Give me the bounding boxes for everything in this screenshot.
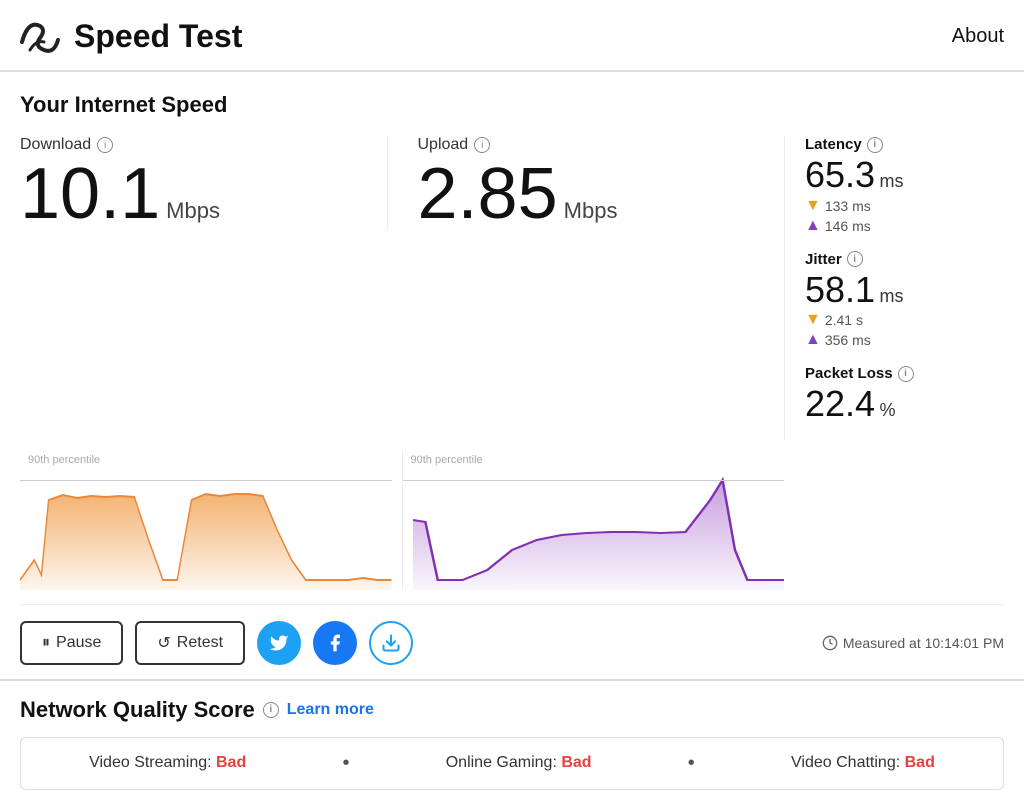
packet-loss-item: Packet Loss i 22.4 %	[805, 365, 1004, 424]
upload-info-icon[interactable]: i	[474, 137, 490, 153]
nq-video-chatting: Video Chatting: Bad	[791, 754, 935, 772]
measured-at: Measured at 10:14:01 PM	[822, 635, 1004, 651]
logo-icon	[16, 12, 64, 60]
speed-row: Download i 10.1 Mbps Upload i 2.85 Mbps	[20, 136, 1004, 440]
nq-dot-1: •	[342, 752, 349, 775]
download-chart: 90th percentile	[20, 450, 392, 590]
jitter-unit: ms	[880, 286, 904, 306]
latency-info-icon[interactable]: i	[867, 137, 883, 153]
jitter-up-arrow: ▲	[805, 331, 821, 349]
download-chart-label: 90th percentile	[28, 454, 100, 466]
latency-up-arrow: ▲	[805, 217, 821, 235]
nq-video-streaming: Video Streaming: Bad	[89, 754, 246, 772]
chart-spacer	[784, 450, 1004, 590]
button-group: ⏸ Pause ↺ Retest	[20, 621, 413, 665]
main-content: Your Internet Speed Download i 10.1 Mbps…	[0, 72, 1024, 679]
download-unit: Mbps	[166, 198, 220, 224]
upload-percentile-line	[403, 480, 785, 481]
download-value: 10.1	[20, 158, 160, 230]
nq-online-gaming: Online Gaming: Bad	[446, 754, 592, 772]
facebook-icon	[325, 633, 345, 653]
retest-button[interactable]: ↺ Retest	[135, 621, 245, 665]
app-title: Speed Test	[74, 18, 242, 55]
internet-speed-title: Your Internet Speed	[20, 92, 1004, 118]
jitter-down: ▼ 2.41 s	[805, 311, 1004, 329]
nq-dot-2: •	[688, 752, 695, 775]
upload-value-row: 2.85 Mbps	[418, 158, 775, 230]
download-icon	[381, 633, 401, 653]
upload-label: Upload i	[418, 136, 775, 154]
controls-row: ⏸ Pause ↺ Retest Measured at 10:14:01 PM	[20, 604, 1004, 679]
jitter-value-row: 58.1 ms	[805, 270, 1004, 310]
latency-value-row: 65.3 ms	[805, 155, 1004, 195]
facebook-share-button[interactable]	[313, 621, 357, 665]
latency-panel: Latency i 65.3 ms ▼ 133 ms ▲ 146 ms	[784, 136, 1004, 440]
jitter-info-icon[interactable]: i	[847, 251, 863, 267]
pause-button[interactable]: ⏸ Pause	[20, 621, 123, 665]
download-result-button[interactable]	[369, 621, 413, 665]
header-left: Speed Test	[16, 12, 242, 60]
packet-loss-value-row: 22.4 %	[805, 384, 1004, 424]
download-value-row: 10.1 Mbps	[20, 158, 377, 230]
packet-loss-info-icon[interactable]: i	[898, 366, 914, 382]
nq-bar: Video Streaming: Bad • Online Gaming: Ba…	[20, 737, 1004, 790]
download-area	[20, 494, 392, 590]
pause-icon: ⏸	[42, 634, 50, 652]
packet-loss-label: Packet Loss i	[805, 365, 1004, 382]
network-quality-section: Network Quality Score i Learn more Video…	[0, 697, 1024, 790]
nq-info-icon[interactable]: i	[263, 702, 279, 718]
section-divider	[0, 679, 1024, 681]
jitter-up: ▲ 356 ms	[805, 331, 1004, 349]
twitter-share-button[interactable]	[257, 621, 301, 665]
nq-title: Network Quality Score i Learn more	[20, 697, 1004, 723]
jitter-value: 58.1	[805, 269, 875, 310]
latency-item: Latency i 65.3 ms ▼ 133 ms ▲ 146 ms	[805, 136, 1004, 235]
jitter-down-arrow: ▼	[805, 311, 821, 329]
upload-unit: Mbps	[564, 198, 618, 224]
nq-video-chatting-value: Bad	[905, 754, 935, 771]
upload-chart: 90th percentile	[402, 450, 785, 590]
charts-row: 90th percentile 90th percentile	[20, 450, 1004, 590]
download-percentile-line	[20, 480, 392, 481]
download-info-icon[interactable]: i	[97, 137, 113, 153]
retest-icon: ↺	[157, 633, 170, 653]
latency-label: Latency i	[805, 136, 1004, 153]
jitter-label: Jitter i	[805, 251, 1004, 268]
latency-value: 65.3	[805, 154, 875, 195]
upload-value: 2.85	[418, 158, 558, 230]
app-header: Speed Test About	[0, 0, 1024, 72]
clock-icon	[822, 635, 838, 651]
download-chart-svg	[20, 450, 392, 590]
twitter-icon	[269, 633, 289, 653]
nq-video-streaming-value: Bad	[216, 754, 246, 771]
upload-panel: Upload i 2.85 Mbps	[387, 136, 775, 230]
upload-chart-svg	[413, 450, 785, 590]
download-panel: Download i 10.1 Mbps	[20, 136, 377, 230]
about-button[interactable]: About	[952, 25, 1004, 48]
latency-down-arrow: ▼	[805, 197, 821, 215]
latency-up: ▲ 146 ms	[805, 217, 1004, 235]
packet-loss-value: 22.4	[805, 383, 875, 424]
packet-loss-unit: %	[880, 400, 896, 420]
upload-chart-label: 90th percentile	[411, 454, 483, 466]
download-label: Download i	[20, 136, 377, 154]
latency-down: ▼ 133 ms	[805, 197, 1004, 215]
nq-online-gaming-value: Bad	[561, 754, 591, 771]
learn-more-link[interactable]: Learn more	[287, 701, 374, 719]
latency-unit: ms	[880, 171, 904, 191]
jitter-item: Jitter i 58.1 ms ▼ 2.41 s ▲ 356 ms	[805, 251, 1004, 350]
upload-area	[413, 480, 785, 590]
